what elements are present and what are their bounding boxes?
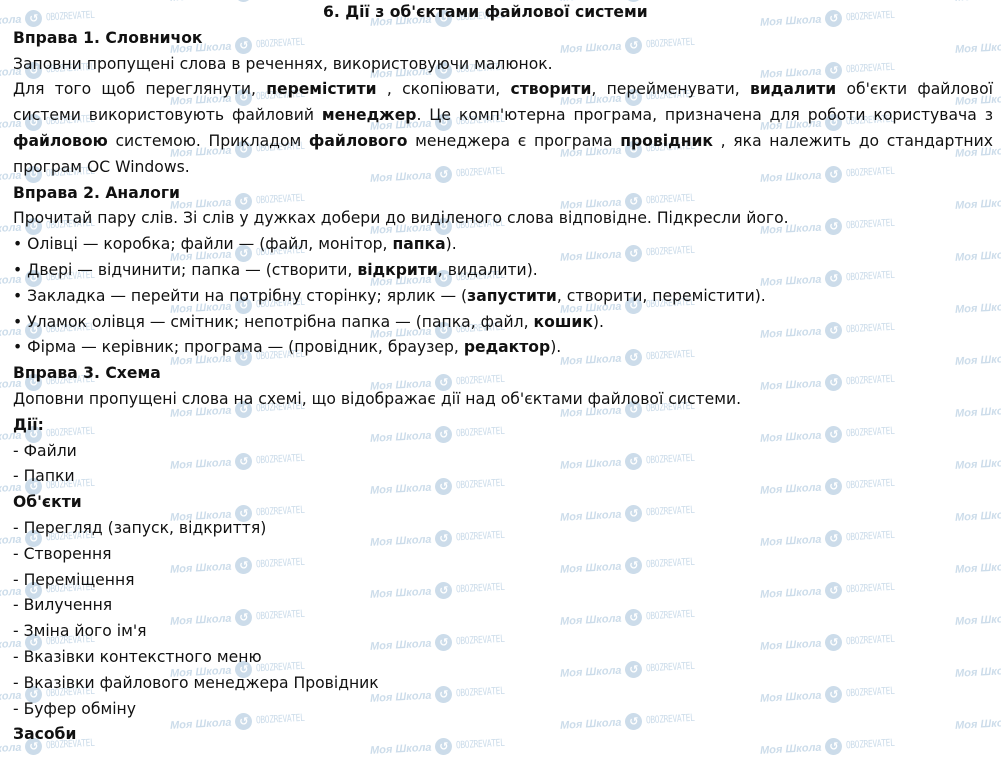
scheme-item: - Папки bbox=[13, 467, 75, 486]
exercise-3-heading: Вправа 3. Схема bbox=[13, 364, 161, 383]
scheme-group-list: - Файли - Папки bbox=[13, 439, 993, 491]
paragraph-text: Для того щоб переглянути, bbox=[13, 80, 267, 99]
analogy-suffix: , створити, перемістити). bbox=[556, 286, 766, 305]
filled-answer: менеджер bbox=[321, 106, 417, 125]
paragraph-text: , скопіювати, bbox=[376, 80, 511, 99]
analogy-item: • Двері — відчинити; папка — (створити, … bbox=[13, 258, 993, 284]
exercise-3-instruction: Доповни пропущені слова на схемі, що від… bbox=[13, 389, 742, 408]
exercise-3: Вправа 3. Схема Доповни пропущені слова … bbox=[13, 361, 993, 748]
analogy-item: • Уламок олівця — смітник; непотрібна па… bbox=[13, 310, 993, 336]
scheme-item: - Переміщення bbox=[13, 570, 135, 589]
paragraph-text: , перейменувати, bbox=[591, 80, 750, 99]
analogy-suffix: ). bbox=[592, 312, 604, 331]
scheme-item: - Перегляд (запуск, відкриття) bbox=[13, 518, 267, 537]
filled-answer: перемістити bbox=[266, 80, 377, 99]
exercise-1-paragraph: Для того щоб переглянути, перемістити , … bbox=[13, 77, 993, 180]
paragraph-text: менеджера є програма bbox=[407, 131, 621, 150]
scheme: Дії: - Файли - Папки Об'єкти - Перегляд (зап… bbox=[13, 413, 993, 748]
scheme-group-heading: Дії: bbox=[13, 415, 44, 434]
page-title: 6. Дії з об'єктами файлової системи bbox=[323, 3, 648, 21]
analogy-answer: кошик bbox=[533, 312, 593, 331]
paragraph-text: системою. Прикладом bbox=[107, 131, 309, 150]
analogy-prompt: • Фірма — керівник; програма — (провідни… bbox=[13, 338, 464, 357]
scheme-item: - Вказівки файлового менеджера Провідник bbox=[13, 673, 379, 692]
exercise-2-instruction: Прочитай пару слів. Зі слів у дужках доб… bbox=[13, 209, 789, 228]
filled-answer: видалити bbox=[749, 80, 837, 99]
filled-answer: створити bbox=[510, 80, 592, 99]
analogy-item: • Фірма — керівник; програма — (провідни… bbox=[13, 335, 993, 361]
filled-answer: провідник bbox=[620, 131, 713, 150]
analogy-answer: відкрити bbox=[357, 260, 438, 279]
scheme-item: - Вказівки контекстного меню bbox=[13, 647, 262, 666]
scheme-item: - Зміна його ім'я bbox=[13, 622, 147, 641]
filled-answer: файловою bbox=[13, 131, 108, 150]
filled-answer: файлового bbox=[308, 131, 408, 150]
analogy-answer: редактор bbox=[463, 338, 551, 357]
scheme-item: - Вилучення bbox=[13, 596, 113, 615]
analogy-suffix: ). bbox=[550, 338, 562, 357]
analogy-suffix: , видалити). bbox=[437, 260, 538, 279]
scheme-item: - Буфер обміну bbox=[13, 699, 136, 718]
analogy-suffix: ). bbox=[445, 235, 457, 254]
scheme-group-heading: Засоби bbox=[13, 725, 77, 744]
scheme-item: - Створення bbox=[13, 544, 112, 563]
analogy-list: • Олівці — коробка; файли — (файл, моніт… bbox=[13, 232, 993, 361]
analogy-prompt: • Двері — відчинити; папка — (створити, bbox=[13, 260, 358, 279]
exercise-1-heading: Вправа 1. Словничок bbox=[13, 28, 203, 47]
document-content: 6. Дії з об'єктами файлової системи Впра… bbox=[0, 0, 1001, 748]
exercise-2-heading: Вправа 2. Аналоги bbox=[13, 183, 180, 202]
exercise-1: Вправа 1. Словничок Заповни пропущені сл… bbox=[13, 26, 993, 181]
paragraph-text: . Це комп'ютерна програма, призначена дл… bbox=[416, 106, 994, 125]
analogy-item: • Закладка — перейти на потрібну сторінк… bbox=[13, 284, 993, 310]
analogy-answer: запустити bbox=[467, 286, 557, 305]
scheme-item: - Файли bbox=[13, 441, 77, 460]
analogy-prompt: • Олівці — коробка; файли — (файл, моніт… bbox=[13, 235, 393, 254]
analogy-answer: папка bbox=[392, 235, 446, 254]
scheme-group-list: - Перегляд (запуск, відкриття) - Створенн… bbox=[13, 516, 993, 722]
analogy-prompt: • Закладка — перейти на потрібну сторінк… bbox=[13, 286, 468, 305]
scheme-group-heading: Об'єкти bbox=[13, 493, 82, 512]
analogy-prompt: • Уламок олівця — смітник; непотрібна па… bbox=[13, 312, 534, 331]
analogy-item: • Олівці — коробка; файли — (файл, моніт… bbox=[13, 232, 993, 258]
exercise-1-instruction: Заповни пропущені слова в реченнях, вико… bbox=[13, 54, 553, 73]
exercise-2: Вправа 2. Аналоги Прочитай пару слів. Зі… bbox=[13, 181, 993, 362]
